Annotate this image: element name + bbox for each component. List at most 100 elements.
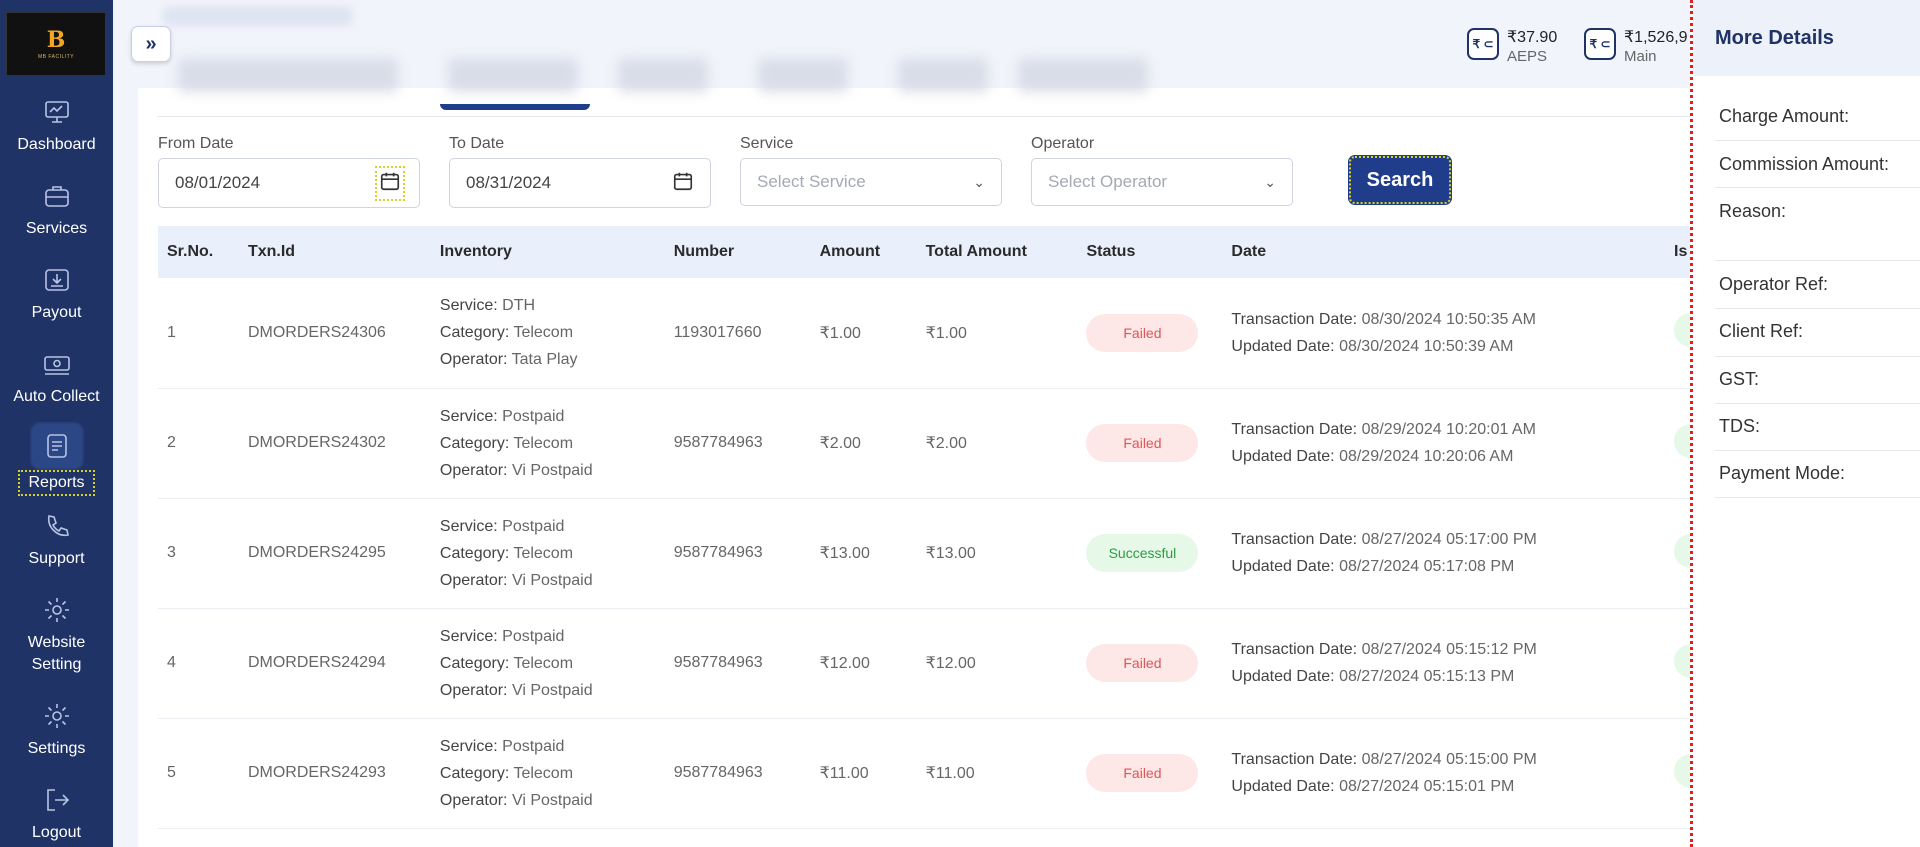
tab-blurred[interactable]	[898, 58, 988, 92]
column-header[interactable]: Sr.No.	[158, 226, 239, 278]
updated-date: 08/29/2024 10:20:06 AM	[1339, 448, 1514, 465]
status-badge: Successful	[1086, 534, 1199, 572]
column-header[interactable]: Txn.Id	[239, 226, 431, 278]
detail-client-ref: Client Ref:	[1719, 321, 1804, 341]
detail-reason: Reason:	[1719, 201, 1787, 221]
table-row[interactable]: 5 DMORDERS24293 Service: Postpaid Category:…	[158, 718, 1703, 829]
search-button[interactable]: Search	[1348, 155, 1452, 205]
inventory-category: Telecom	[513, 764, 574, 782]
cell-txn-id: DMORDERS24293	[238, 718, 431, 829]
tab-blurred[interactable]	[178, 58, 398, 92]
wallet-amount: ₹37.90	[1507, 29, 1558, 46]
column-header[interactable]: Number	[665, 226, 811, 278]
cell-total-amount: ₹12.00	[916, 608, 1078, 719]
cell-sr: 1	[158, 278, 239, 389]
sidebar-item-services[interactable]: Services	[0, 178, 113, 240]
tab-blurred[interactable]	[448, 58, 578, 92]
inventory-key: Category:	[439, 654, 510, 672]
active-tab-indicator	[440, 104, 590, 110]
inventory-operator: Vi Postpaid	[511, 461, 593, 479]
tab-blurred[interactable]	[758, 58, 848, 92]
brand-logo[interactable]: B MB FACILITY	[6, 12, 106, 76]
inventory-operator: Vi Postpaid	[511, 791, 593, 809]
sidebar-item-dashboard[interactable]: Dashboard	[0, 94, 113, 156]
sidebar-item-reports[interactable]: Reports	[0, 424, 113, 496]
date-key: Updated Date:	[1231, 448, 1335, 465]
from-date-value: 08/01/2024	[175, 173, 261, 192]
operator-select[interactable]: Select Operator ⌄	[1031, 158, 1293, 206]
report-icon	[31, 424, 82, 468]
sidebar-item-settings[interactable]: Settings	[0, 698, 113, 760]
cell-status: Failed	[1077, 388, 1223, 499]
from-date-input[interactable]: 08/01/2024	[158, 158, 420, 208]
panel-title: More Details	[1715, 26, 1834, 49]
date-key: Transaction Date:	[1231, 751, 1358, 768]
table-row[interactable]: 4 DMORDERS24294 Service: Postpaid Category:…	[158, 608, 1703, 719]
detail-tds: TDS:	[1719, 416, 1761, 436]
service-placeholder: Select Service	[757, 172, 866, 191]
chevron-down-icon: ⌄	[1264, 173, 1276, 190]
inventory-key: Category:	[439, 544, 510, 562]
divider	[1715, 356, 1920, 357]
cell-sr: 4	[158, 608, 239, 719]
logo-mark: B	[46, 26, 66, 53]
inventory-key: Service:	[439, 517, 498, 535]
cell-number: 1193017660	[664, 278, 811, 389]
to-date-field: To Date 08/31/2024	[449, 134, 711, 208]
wallet-aeps[interactable]: ₹ ⊂ ₹37.90 AEPS	[1467, 28, 1557, 66]
transaction-date: 08/29/2024 10:20:01 AM	[1361, 421, 1536, 438]
table-row[interactable]: 2 DMORDERS24302 Service: Postpaid Category:…	[158, 388, 1703, 499]
status-badge: Failed	[1086, 754, 1199, 792]
column-header[interactable]: Inventory	[431, 226, 665, 278]
cell-amount: ₹13.00	[810, 498, 917, 609]
wallet-amount: ₹1,526,9	[1624, 29, 1688, 46]
to-date-input[interactable]: 08/31/2024	[449, 158, 711, 208]
calendar-icon[interactable]	[672, 170, 694, 197]
cell-amount: ₹12.00	[810, 608, 917, 719]
sidebar-item-auto-collect[interactable]: Auto Collect	[0, 346, 113, 408]
detail-gst: GST:	[1719, 369, 1760, 389]
calendar-icon[interactable]	[375, 165, 405, 201]
phone-icon	[39, 508, 75, 544]
wallet-main[interactable]: ₹ ⊂ ₹1,526,9 Main	[1584, 28, 1688, 66]
tab-blurred[interactable]	[1018, 58, 1148, 92]
cell-inventory: Service: Postpaid Category: Telecom Operat…	[430, 718, 665, 829]
cell-amount: ₹2.00	[810, 388, 917, 499]
sidebar: B MB FACILITY Dashboard Services Payout …	[0, 0, 113, 847]
cell-total-amount: ₹2.00	[916, 388, 1078, 499]
column-header[interactable]: Total Amount	[917, 226, 1078, 278]
sidebar-item-support[interactable]: Support	[0, 508, 113, 570]
cell-inventory: Service: Postpaid Category: Telecom Operat…	[430, 498, 665, 609]
column-header[interactable]: Status	[1077, 226, 1222, 278]
sidebar-item-payout[interactable]: Payout	[0, 262, 113, 324]
cell-txn-id: DMORDERS24295	[238, 498, 431, 609]
inventory-service: Postpaid	[502, 407, 565, 425]
cell-date: Transaction Date: 08/27/2024 05:15:12 PM…	[1222, 608, 1665, 719]
updated-date: 08/30/2024 10:50:39 AM	[1339, 337, 1514, 355]
service-field: Service Select Service ⌄	[740, 134, 1002, 206]
service-select[interactable]: Select Service ⌄	[740, 158, 1002, 206]
column-header[interactable]: Date	[1222, 226, 1665, 278]
from-date-field: From Date 08/01/2024	[158, 134, 420, 208]
updated-date: 08/27/2024 05:15:13 PM	[1339, 668, 1515, 685]
table-row[interactable]: 3 DMORDERS24295 Service: Postpaid Category:…	[158, 498, 1703, 609]
date-key: Transaction Date:	[1231, 421, 1358, 438]
cell-txn-id: DMORDERS24302	[238, 388, 431, 499]
inventory-key: Operator:	[439, 791, 508, 809]
from-date-label: From Date	[158, 135, 234, 152]
sidebar-item-label: Services	[25, 220, 88, 237]
date-key: Transaction Date:	[1231, 641, 1358, 658]
cell-total-amount: ₹13.00	[916, 498, 1078, 609]
page-title-blurred	[163, 6, 353, 26]
tab-blurred[interactable]	[618, 58, 708, 92]
sidebar-item-label: Dashboard	[17, 136, 96, 153]
sidebar-item-website-setting[interactable]: Website Setting	[0, 592, 113, 676]
sidebar-item-logout[interactable]: Logout	[0, 782, 113, 844]
column-header[interactable]: Amount	[811, 226, 917, 278]
table-row[interactable]: 1 DMORDERS24306 Service: DTH Category: Tele…	[158, 278, 1703, 389]
inventory-key: Category:	[439, 434, 510, 452]
cell-inventory: Service: DTH Category: Telecom Operator: T…	[430, 278, 665, 389]
tabbar-divider	[158, 116, 1703, 117]
gear-icon	[39, 698, 75, 734]
sidebar-toggle-button[interactable]: »	[131, 26, 171, 62]
